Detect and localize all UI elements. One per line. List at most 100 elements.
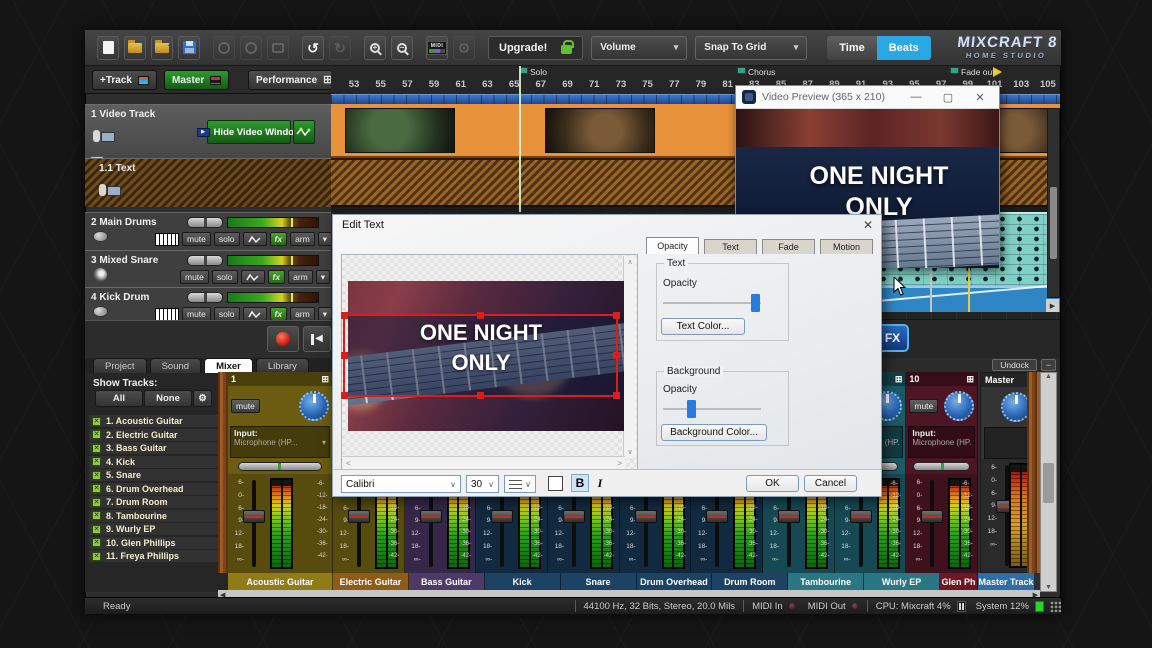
arm-button[interactable]: arm [290,232,315,246]
scrollbar-thumb[interactable] [1043,463,1054,503]
track-vertical-scrollbar[interactable] [1047,108,1060,298]
track-chevron-button[interactable]: ▾ [316,270,330,284]
bold-button[interactable]: B [571,474,589,492]
mixer-vertical-scrollbar[interactable]: ▲ ▼ [1040,372,1057,592]
fader-handle[interactable] [420,510,442,523]
minimize-button[interactable]: — [903,91,929,103]
undo-button[interactable]: ↺ [302,36,324,60]
maximize-button[interactable]: ▢ [935,91,961,104]
resize-handle[interactable] [341,352,348,359]
automation-type-dropdown[interactable]: Volume▾ [591,36,687,60]
hide-video-window-button[interactable]: ▶Hide Video Window [207,120,291,144]
track-checkbox[interactable]: ✕ [92,444,101,453]
track-header-snare[interactable]: 3 Mixed Snare mute solo fx arm ▾ [85,250,331,287]
performance-button[interactable]: Performance⊞ [248,70,340,90]
input-selector[interactable]: Input: Microphone (HP...▾ [908,426,975,458]
fader-handle[interactable] [348,510,370,523]
fader-track[interactable] [252,480,256,567]
solo-button[interactable]: solo [212,270,238,284]
track-checkbox[interactable]: ✕ [92,498,101,507]
show-all-button[interactable]: All [95,390,143,407]
new-project-button[interactable] [97,36,119,60]
color-swatch[interactable] [548,476,563,491]
yellow-flag-icon[interactable] [993,67,1002,77]
record-button[interactable] [267,326,299,352]
resize-handle[interactable] [613,312,620,319]
tab-project[interactable]: Project [93,358,147,373]
track-checkbox[interactable]: ✕ [92,525,101,534]
mute-button[interactable]: mute [182,232,211,246]
resize-handle[interactable] [341,392,348,399]
piano-roll-icon[interactable] [155,308,179,321]
tab-mixer[interactable]: Mixer [204,358,253,373]
font-family-dropdown[interactable]: Calibri∨ [341,475,461,493]
arm-button[interactable]: arm [290,307,315,320]
resize-handle[interactable] [477,392,484,399]
snap-dropdown[interactable]: Snap To Grid▾ [695,36,807,60]
fx-button[interactable]: fx [270,232,288,246]
tab-sound[interactable]: Sound [150,358,201,373]
fader-handle[interactable] [850,510,872,523]
track-chevron-button[interactable]: ▾ [318,307,331,320]
master-track-button[interactable]: Master [164,70,229,90]
input-selector[interactable]: Input: Microphone (HP...▾ [230,426,330,458]
scrollbar-thumb[interactable] [1050,187,1057,259]
mute-button[interactable]: mute [182,307,211,320]
fx-button[interactable]: fx [268,270,286,284]
import-audio-button[interactable]: ♪ [151,36,173,60]
scroll-up-arrow[interactable]: ▲ [1045,373,1052,380]
tab-motion[interactable]: Motion [820,239,873,254]
pan-slider[interactable] [238,462,321,471]
text-color-button[interactable]: Text Color... [661,318,745,335]
save-button[interactable] [178,36,200,60]
track-checkbox[interactable]: ✕ [92,457,101,466]
tab-library[interactable]: Library [256,358,309,373]
text-align-dropdown[interactable]: ∨ [504,475,536,493]
slider-thumb[interactable] [687,400,696,418]
fader-handle[interactable] [491,510,513,523]
fader-track[interactable] [930,480,934,567]
resize-grip[interactable] [1050,601,1061,612]
marker-solo[interactable]: Solo [519,66,547,80]
slider-thumb[interactable] [751,294,760,312]
show-none-button[interactable]: None [144,390,192,407]
pan-slider[interactable] [187,292,223,303]
mute-button[interactable]: mute [180,270,209,284]
tab-fade[interactable]: Fade [762,239,815,254]
track-header-drums[interactable]: 2 Main Drums mute solo fx arm ▾ [85,212,331,250]
track-header-kick[interactable]: 4 Kick Drum mute solo fx arm ▾ [85,287,331,320]
fader-handle[interactable] [921,510,943,523]
volume-knob[interactable] [944,391,974,421]
rewind-button[interactable]: ◀ [303,326,331,352]
add-track-button[interactable]: +Track [92,70,157,90]
pan-slider[interactable] [913,462,970,471]
arm-button[interactable]: arm [288,270,313,284]
solo-button[interactable]: solo [214,307,240,320]
playhead[interactable] [519,66,521,212]
track-checkbox[interactable]: ✕ [92,484,101,493]
ok-button[interactable]: OK [746,475,799,492]
tab-opacity[interactable]: Opacity [646,237,699,254]
time-mode-button[interactable]: Time [827,36,876,60]
background-color-button[interactable]: Background Color... [661,424,767,441]
scroll-down-arrow[interactable]: ▼ [1045,584,1052,591]
preview-horizontal-scrollbar[interactable]: <> [343,456,625,469]
track-chevron-button[interactable]: ▾ [318,232,331,246]
italic-button[interactable]: I [591,474,609,492]
marker-chorus[interactable]: Chorus [737,66,775,80]
pan-slider[interactable] [187,255,223,266]
volume-knob[interactable] [299,391,329,421]
track-header-video[interactable]: 1 Video Track ▶Hide Video Window [85,104,331,158]
dialog-close-button[interactable]: ✕ [863,218,873,232]
video-automation-button[interactable] [293,120,315,144]
beats-mode-button[interactable]: Beats [877,36,931,60]
undock-button[interactable]: Undock [992,359,1037,371]
automation-button[interactable] [241,270,265,284]
automation-button[interactable] [243,232,267,246]
track-header-text[interactable]: 1.1 Text [85,158,331,207]
preview-vertical-scrollbar[interactable]: ∧∨ [623,256,636,458]
background-opacity-slider[interactable] [663,400,761,418]
track-checkbox[interactable]: ✕ [92,430,101,439]
mute-button[interactable]: mute [231,399,260,413]
show-tracks-settings-button[interactable]: ⚙ [193,390,212,407]
